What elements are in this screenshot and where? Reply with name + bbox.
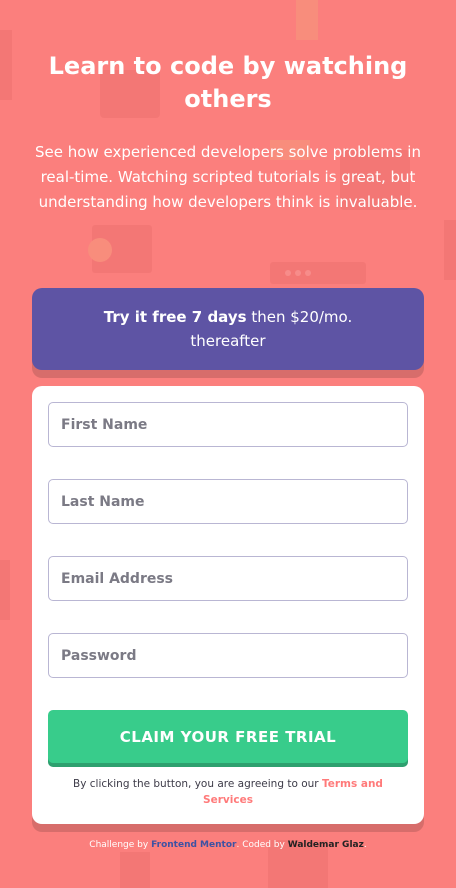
author-link[interactable]: Waldemar Glaz [288, 840, 364, 850]
challenge-prefix: Challenge by [89, 840, 149, 850]
trial-banner: Try it free 7 days then $20/mo. thereaft… [32, 288, 424, 370]
page-title: Learn to code by watching others [48, 52, 408, 113]
terms-notice: By clicking the button, you are agreeing… [62, 776, 394, 808]
email-input[interactable] [48, 556, 408, 601]
terms-prefix: By clicking the button, you are agreeing… [73, 778, 319, 790]
trial-highlight: Try it free 7 days [103, 308, 247, 326]
last-name-input[interactable] [48, 479, 408, 524]
frontend-mentor-link[interactable]: Frontend Mentor [151, 840, 236, 850]
coded-prefix: Coded by [242, 840, 285, 850]
claim-trial-button[interactable]: CLAIM YOUR FREE TRIAL [48, 710, 408, 763]
first-name-input[interactable] [48, 402, 408, 447]
attribution: Challenge by Frontend Mentor. Coded by W… [89, 840, 367, 850]
intro-text: See how experienced developers solve pro… [35, 143, 421, 211]
signup-form: CLAIM YOUR FREE TRIAL By clicking the bu… [32, 386, 424, 824]
signup-page: Learn to code by watching others See how… [0, 0, 456, 888]
password-input[interactable] [48, 633, 408, 678]
